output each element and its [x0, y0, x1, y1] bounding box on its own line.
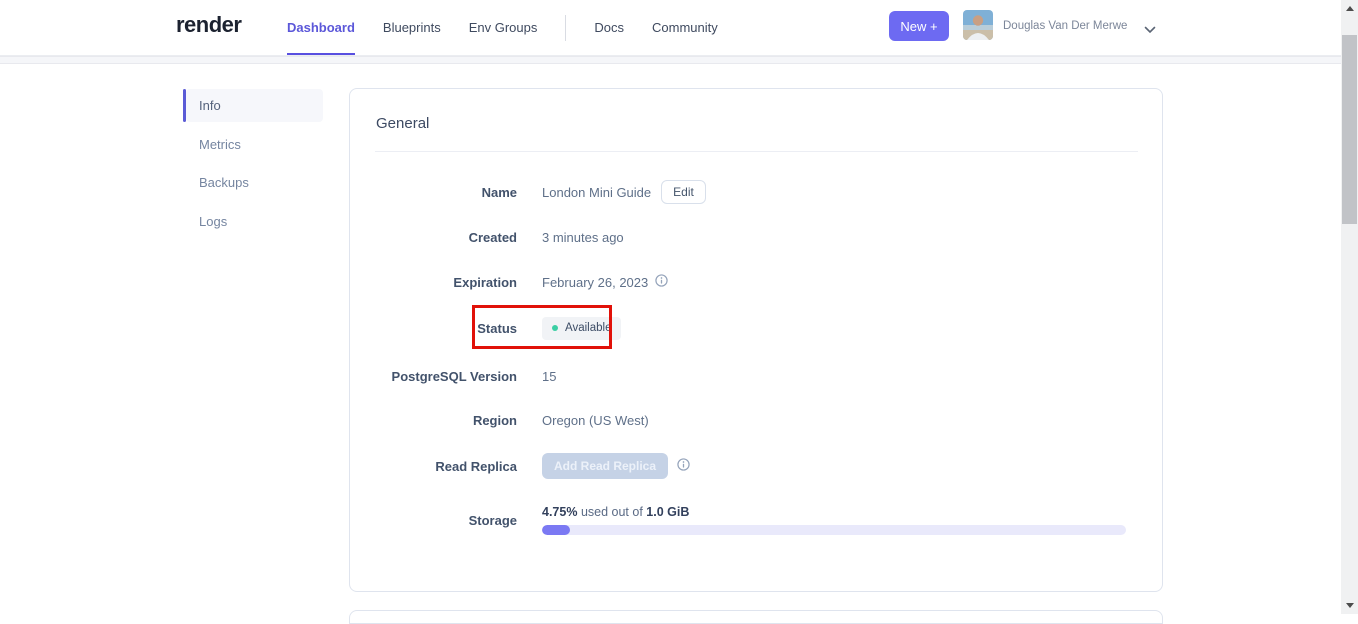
scrollbar-down-arrow[interactable] — [1341, 597, 1358, 614]
next-card-top-edge — [349, 610, 1163, 624]
scrollbar-up-arrow[interactable] — [1341, 0, 1358, 17]
nav-item-blueprints[interactable]: Blueprints — [383, 0, 441, 55]
postgresql-version-value: 15 — [542, 368, 557, 384]
user-avatar[interactable] — [963, 10, 993, 40]
storage-used-percent: 4.75% — [542, 505, 578, 519]
nav-divider — [565, 14, 567, 41]
avatar-photo — [963, 10, 993, 40]
nav-item-docs[interactable]: Docs — [594, 0, 624, 55]
add-read-replica-button[interactable]: Add Read Replica — [542, 453, 669, 479]
card-title: General — [376, 115, 430, 132]
new-button[interactable]: New + — [889, 11, 949, 41]
created-value: 3 minutes ago — [542, 229, 624, 245]
sidebar-item-logs[interactable]: Logs — [186, 205, 323, 238]
top-header: render Dashboard Blueprints Env Groups D… — [0, 0, 1358, 56]
name-row: Name London Mini Guide Edit — [376, 179, 1138, 205]
expiration-info-icon[interactable] — [655, 274, 668, 290]
nav-item-dashboard[interactable]: Dashboard — [287, 0, 355, 55]
nav-item-env-groups[interactable]: Env Groups — [469, 0, 538, 55]
read-replica-row: Read Replica Add Read Replica — [376, 453, 1138, 479]
nav-item-community[interactable]: Community — [652, 0, 718, 55]
expiration-row: Expiration February 26, 2023 — [376, 273, 1138, 291]
storage-total: 1.0 GiB — [646, 505, 690, 519]
user-name[interactable]: Douglas Van Der Merwe — [1003, 20, 1127, 32]
render-logo[interactable]: render — [176, 12, 242, 38]
subheader-band — [0, 56, 1358, 64]
status-dot-icon — [552, 325, 558, 331]
expiration-value: February 26, 2023 — [542, 274, 649, 290]
storage-label: Storage — [468, 512, 517, 528]
postgresql-version-row: PostgreSQL Version 15 — [376, 367, 1138, 385]
storage-middle-text: used out of — [580, 505, 643, 519]
read-replica-label: Read Replica — [435, 458, 517, 474]
chevron-down-icon[interactable] — [1144, 21, 1156, 39]
status-value: Available — [565, 322, 612, 334]
read-replica-info-icon[interactable] — [677, 458, 690, 474]
sidebar-item-backups[interactable]: Backups — [186, 166, 323, 199]
sidebar-item-label: Logs — [199, 214, 228, 229]
storage-progress-track — [542, 525, 1126, 535]
sidebar-item-label: Backups — [199, 175, 249, 190]
scrollbar-thumb[interactable] — [1342, 35, 1357, 224]
region-label: Region — [472, 412, 517, 428]
storage-progress-fill — [542, 525, 570, 535]
created-row: Created 3 minutes ago — [376, 228, 1138, 246]
main-nav: Dashboard Blueprints Env Groups Docs Com… — [287, 0, 718, 55]
sidebar-item-label: Info — [199, 98, 221, 113]
storage-row: Storage 4.75% used out of 1.0 GiB — [376, 502, 1138, 538]
postgresql-version-label: PostgreSQL Version — [391, 368, 517, 384]
card-title-divider — [375, 151, 1138, 152]
sidebar-item-metrics[interactable]: Metrics — [186, 128, 323, 161]
sidebar-item-info[interactable]: Info — [186, 89, 323, 122]
created-label: Created — [468, 229, 517, 245]
general-card: General Name London Mini Guide Edit Crea… — [349, 88, 1163, 592]
region-row: Region Oregon (US West) — [376, 411, 1138, 429]
triangle-down-icon — [1345, 603, 1354, 608]
sidebar-item-label: Metrics — [199, 137, 241, 152]
expiration-label: Expiration — [453, 274, 517, 290]
page-scrollbar[interactable] — [1341, 0, 1358, 614]
storage-usage-text: 4.75% used out of 1.0 GiB — [542, 505, 1126, 519]
status-badge: Available — [542, 316, 622, 340]
edit-name-button[interactable]: Edit — [661, 180, 706, 204]
name-label: Name — [481, 184, 517, 200]
region-value: Oregon (US West) — [542, 412, 649, 428]
status-label: Status — [477, 320, 517, 336]
triangle-up-icon — [1345, 6, 1354, 11]
name-value: London Mini Guide — [542, 184, 652, 200]
status-row: Status Available — [376, 316, 1138, 340]
